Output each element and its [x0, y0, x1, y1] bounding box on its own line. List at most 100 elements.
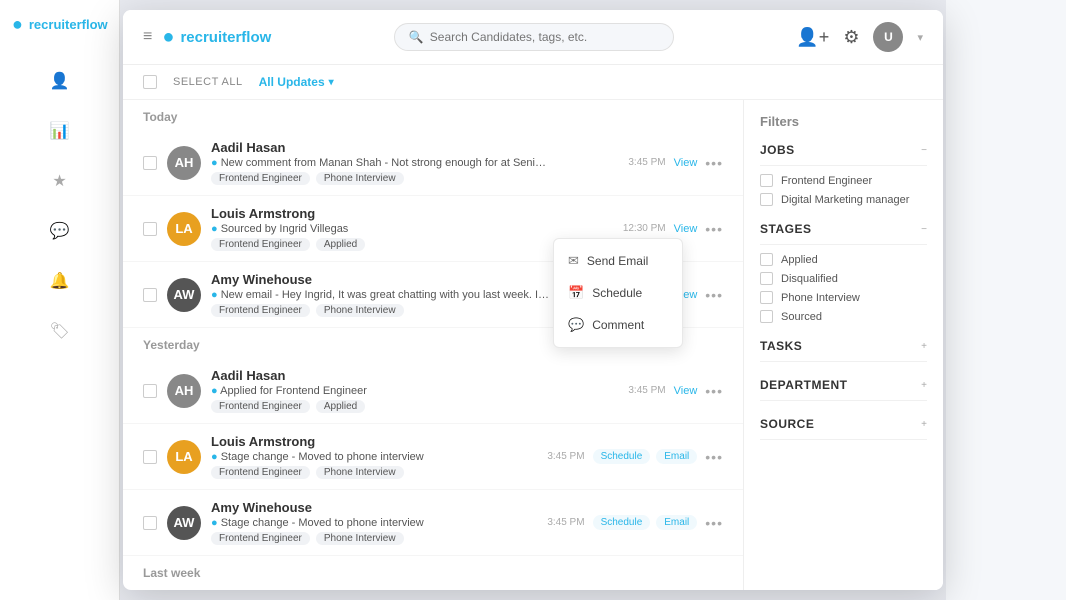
tag: Frontend Engineer	[211, 532, 310, 545]
nav-tag[interactable]: 🏷	[44, 315, 76, 347]
search-bar: 🔍	[394, 23, 674, 51]
view-button[interactable]: View	[674, 157, 698, 169]
select-all-button[interactable]: SELECT ALL	[173, 76, 243, 88]
filter-section-source: SOURCE +	[760, 417, 927, 440]
activity-checkbox[interactable]	[143, 516, 157, 530]
tag: Frontend Engineer	[211, 466, 310, 479]
candidate-name: Louis Armstrong	[211, 206, 613, 221]
schedule-button[interactable]: Schedule	[593, 449, 651, 464]
filter-section-chevron-icon: −	[921, 145, 927, 156]
filter-section-title: JOBS	[760, 143, 795, 157]
view-button[interactable]: View	[674, 385, 698, 397]
activity-checkbox[interactable]	[143, 222, 157, 236]
user-avatar[interactable]: U	[873, 22, 903, 52]
activity-tags: Frontend Engineer Phone Interview	[211, 532, 537, 545]
more-options-button[interactable]: •••	[705, 383, 723, 399]
filter-option[interactable]: Sourced	[760, 310, 927, 323]
filter-checkbox[interactable]	[760, 193, 773, 206]
candidate-avatar: AW	[167, 278, 201, 312]
activity-info: Aadil Hasan● Applied for Frontend Engine…	[211, 368, 618, 413]
filter-section-header[interactable]: TASKS+	[760, 339, 927, 362]
view-button[interactable]: View	[674, 223, 698, 235]
filter-option[interactable]: Phone Interview	[760, 291, 927, 304]
settings-icon[interactable]: ⚙	[843, 27, 859, 48]
filter-option-label: Sourced	[781, 311, 822, 323]
tag: Phone Interview	[316, 532, 404, 545]
activity-row: LALouis Armstrong● Stage change - Moved …	[123, 424, 743, 490]
select-all-checkbox[interactable]	[143, 75, 157, 89]
tag: Frontend Engineer	[211, 172, 310, 185]
filter-option-label: Applied	[781, 254, 818, 266]
candidate-avatar: AW	[167, 506, 201, 540]
filter-section-stages: STAGES− Applied Disqualified Phone Intervie…	[760, 222, 927, 323]
filter-section-header[interactable]: SOURCE +	[760, 417, 927, 440]
activity-description: ● Stage change - Moved to phone intervie…	[211, 451, 537, 463]
filter-section-chevron-icon: +	[921, 419, 927, 430]
activity-right: 3:45 PMView•••	[628, 383, 723, 399]
activity-checkbox[interactable]	[143, 156, 157, 170]
filter-section-title: SOURCE	[760, 417, 814, 431]
activity-checkbox[interactable]	[143, 288, 157, 302]
filter-option-label: Frontend Engineer	[781, 175, 872, 187]
brand-text-bg: recruiterflow	[29, 17, 108, 32]
filter-checkbox[interactable]	[760, 310, 773, 323]
filter-option[interactable]: Digital Marketing manager	[760, 193, 927, 206]
more-options-button[interactable]: •••	[705, 449, 723, 465]
filter-checkbox[interactable]	[760, 174, 773, 187]
candidate-avatar: LA	[167, 440, 201, 474]
hamburger-icon[interactable]: ≡	[143, 28, 152, 46]
filter-section-header[interactable]: STAGES−	[760, 222, 927, 245]
filter-section-title: DEPARTMENT	[760, 378, 847, 392]
add-candidate-icon[interactable]: 👤+	[796, 27, 829, 48]
tag: Phone Interview	[316, 466, 404, 479]
nav-people[interactable]: 👤	[44, 65, 76, 97]
filter-checkbox[interactable]	[760, 291, 773, 304]
context-menu: ✉Send Email📅Schedule💬Comment	[553, 238, 683, 348]
activity-row: LALouis Armstrong● Sourced by Ingrid Vil…	[123, 196, 743, 262]
section-label-2: Last week	[123, 556, 743, 586]
brand-name: recruiterflow	[180, 29, 271, 46]
tag: Frontend Engineer	[211, 304, 310, 317]
activity-checkbox[interactable]	[143, 384, 157, 398]
nav-chart[interactable]: 📊	[44, 115, 76, 147]
more-options-button[interactable]: •••	[705, 287, 723, 303]
schedule-button[interactable]: Schedule	[593, 515, 651, 530]
main-window: ≡ ● recruiterflow 🔍 👤+ ⚙ U ▾ SELECT ALL …	[123, 10, 943, 590]
search-input[interactable]	[430, 30, 659, 44]
filter-section-header[interactable]: JOBS −	[760, 143, 927, 166]
context-menu-item-schedule[interactable]: 📅Schedule	[554, 277, 682, 309]
candidate-avatar: AH	[167, 146, 201, 180]
candidate-name: Amy Winehouse	[211, 500, 537, 515]
filter-option[interactable]: Disqualified	[760, 272, 927, 285]
more-options-button[interactable]: •••	[705, 221, 723, 237]
brand-icon-bg: ●	[12, 14, 23, 35]
activity-description: ● New email - Hey Ingrid, It was great c…	[211, 289, 551, 301]
candidate-avatar: AH	[167, 374, 201, 408]
activity-tags: Frontend EngineerApplied	[211, 400, 618, 413]
email-button[interactable]: Email	[656, 515, 697, 530]
filter-option[interactable]: Applied	[760, 253, 927, 266]
filter-section-department: DEPARTMENT +	[760, 378, 927, 401]
filter-option-label: Disqualified	[781, 273, 838, 285]
filter-section-header[interactable]: DEPARTMENT +	[760, 378, 927, 401]
context-menu-item-send-email[interactable]: ✉Send Email	[554, 245, 682, 277]
filter-section-chevron-icon: +	[921, 380, 927, 391]
email-button[interactable]: Email	[656, 449, 697, 464]
filter-option-label: Digital Marketing manager	[781, 194, 909, 206]
schedule-icon: 📅	[568, 285, 584, 301]
context-menu-item-comment[interactable]: 💬Comment	[554, 309, 682, 341]
filter-checkbox[interactable]	[760, 253, 773, 266]
toolbar: SELECT ALL All Updates ▾	[123, 65, 943, 100]
more-options-button[interactable]: •••	[705, 515, 723, 531]
header-chevron-icon[interactable]: ▾	[917, 31, 923, 44]
nav-bell[interactable]: 🔔	[44, 265, 76, 297]
activity-checkbox[interactable]	[143, 450, 157, 464]
more-options-button[interactable]: •••	[705, 155, 723, 171]
action-buttons: Schedule Email	[593, 449, 698, 464]
filter-option[interactable]: Frontend Engineer	[760, 174, 927, 187]
nav-chat[interactable]: 💬	[44, 215, 76, 247]
nav-star[interactable]: ★	[44, 165, 76, 197]
all-updates-dropdown[interactable]: All Updates ▾	[259, 75, 334, 89]
activity-description: ● Sourced by Ingrid Villegas	[211, 223, 551, 235]
filter-checkbox[interactable]	[760, 272, 773, 285]
